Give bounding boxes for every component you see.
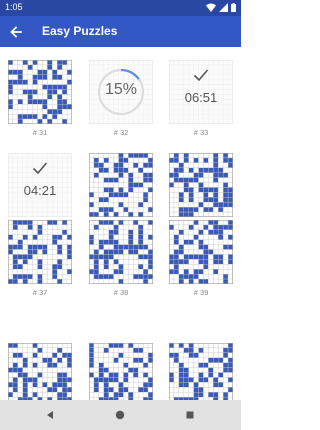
puzzle-grid: # 3115%# 3206:51# 3304:21# 34# 35# 36# 3… <box>0 47 241 400</box>
puzzle-board <box>8 343 72 400</box>
puzzle-thumbnail <box>89 220 153 284</box>
puzzle-card[interactable]: # 37 <box>8 220 72 300</box>
puzzle-number: # 31 <box>32 128 48 137</box>
puzzle-board <box>169 153 233 217</box>
puzzle-board <box>8 60 72 124</box>
back-button[interactable] <box>6 22 26 42</box>
puzzle-thumbnail <box>8 60 72 124</box>
nav-recents-button[interactable] <box>182 407 198 423</box>
puzzle-thumbnail <box>169 343 233 400</box>
nav-recents-icon <box>186 411 194 419</box>
puzzle-board <box>89 343 153 400</box>
nav-home-icon <box>115 410 125 420</box>
wifi-icon <box>206 3 216 12</box>
puzzle-number: # 32 <box>113 128 129 137</box>
app-bar: Easy Puzzles <box>0 16 241 47</box>
solve-time: 04:21 <box>23 183 57 198</box>
puzzle-card[interactable]: # 31 <box>8 60 72 140</box>
puzzle-card[interactable] <box>169 343 233 400</box>
solved-overlay: 06:51 <box>169 60 233 124</box>
puzzle-thumbnail <box>169 220 233 284</box>
puzzle-thumbnail <box>89 153 153 217</box>
puzzle-thumbnail <box>169 153 233 217</box>
checkmark-icon <box>32 162 48 175</box>
status-time: 1:05 <box>5 2 23 12</box>
puzzle-board <box>89 220 153 284</box>
puzzle-thumbnail <box>8 343 72 400</box>
puzzle-board <box>89 153 153 217</box>
progress-overlay: 15% <box>89 60 153 124</box>
puzzle-number: # 37 <box>32 288 48 297</box>
puzzle-card[interactable]: 15% # 32 <box>89 60 153 140</box>
puzzle-thumbnail <box>8 220 72 284</box>
puzzle-card[interactable] <box>8 343 72 400</box>
status-icons <box>206 3 236 12</box>
back-arrow-icon <box>10 26 22 38</box>
puzzle-board <box>169 220 233 284</box>
puzzle-number: # 38 <box>113 288 129 297</box>
puzzle-thumbnail <box>89 343 153 400</box>
nav-back-button[interactable] <box>42 407 58 423</box>
solved-overlay: 04:21 <box>8 153 72 217</box>
navigation-bar <box>0 400 241 430</box>
puzzle-board <box>8 220 72 284</box>
nav-back-icon <box>47 411 53 419</box>
checkmark-icon <box>193 69 209 82</box>
puzzle-card[interactable]: # 38 <box>89 220 153 300</box>
page-title: Easy Puzzles <box>42 24 118 38</box>
puzzle-card[interactable]: 06:51 # 33 <box>169 60 233 140</box>
puzzle-board <box>169 343 233 400</box>
puzzle-card[interactable] <box>89 343 153 400</box>
puzzle-number: # 33 <box>193 128 209 137</box>
status-bar: 1:05 <box>0 0 241 16</box>
puzzle-number: # 39 <box>193 288 209 297</box>
signal-icon <box>219 3 228 12</box>
nav-home-button[interactable] <box>112 407 128 423</box>
solve-time: 06:51 <box>184 90 218 105</box>
progress-percent: 15% <box>104 81 138 98</box>
puzzle-card[interactable]: # 39 <box>169 220 233 300</box>
battery-icon <box>231 3 236 12</box>
